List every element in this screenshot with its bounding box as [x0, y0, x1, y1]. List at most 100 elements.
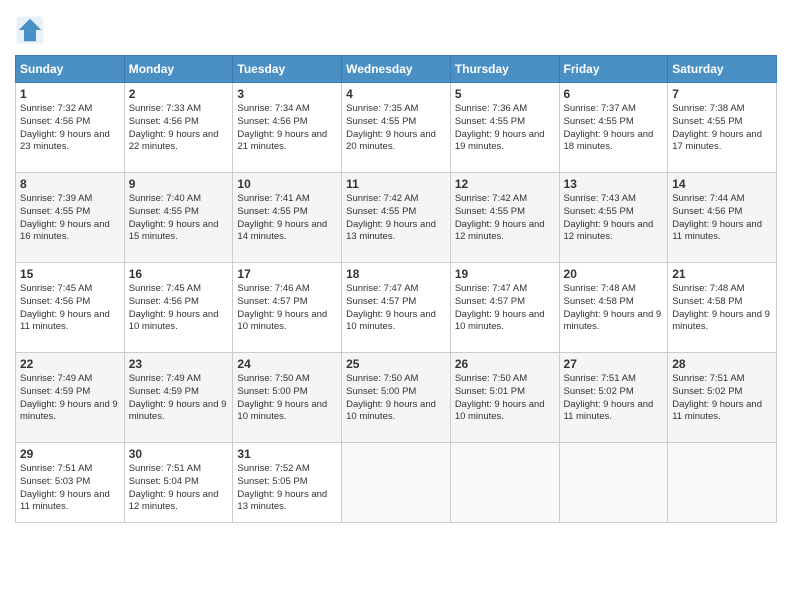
day-number: 29	[20, 447, 120, 461]
day-number: 11	[346, 177, 446, 191]
calendar-header: SundayMondayTuesdayWednesdayThursdayFrid…	[16, 56, 777, 83]
calendar-cell	[559, 443, 668, 523]
day-number: 9	[129, 177, 229, 191]
calendar-cell: 5 Sunrise: 7:36 AMSunset: 4:55 PMDayligh…	[450, 83, 559, 173]
day-number: 8	[20, 177, 120, 191]
column-header-thursday: Thursday	[450, 56, 559, 83]
header-row: SundayMondayTuesdayWednesdayThursdayFrid…	[16, 56, 777, 83]
day-info: Sunrise: 7:49 AMSunset: 4:59 PMDaylight:…	[129, 373, 229, 424]
calendar-cell: 6 Sunrise: 7:37 AMSunset: 4:55 PMDayligh…	[559, 83, 668, 173]
day-number: 14	[672, 177, 772, 191]
day-info: Sunrise: 7:35 AMSunset: 4:55 PMDaylight:…	[346, 103, 446, 154]
day-info: Sunrise: 7:47 AMSunset: 4:57 PMDaylight:…	[455, 283, 555, 334]
day-info: Sunrise: 7:50 AMSunset: 5:00 PMDaylight:…	[237, 373, 337, 424]
calendar-cell: 20 Sunrise: 7:48 AMSunset: 4:58 PMDaylig…	[559, 263, 668, 353]
day-info: Sunrise: 7:39 AMSunset: 4:55 PMDaylight:…	[20, 193, 120, 244]
day-number: 10	[237, 177, 337, 191]
calendar-cell: 29 Sunrise: 7:51 AMSunset: 5:03 PMDaylig…	[16, 443, 125, 523]
day-info: Sunrise: 7:48 AMSunset: 4:58 PMDaylight:…	[564, 283, 664, 334]
calendar-cell: 8 Sunrise: 7:39 AMSunset: 4:55 PMDayligh…	[16, 173, 125, 263]
column-header-monday: Monday	[124, 56, 233, 83]
calendar-cell: 27 Sunrise: 7:51 AMSunset: 5:02 PMDaylig…	[559, 353, 668, 443]
day-number: 19	[455, 267, 555, 281]
day-info: Sunrise: 7:42 AMSunset: 4:55 PMDaylight:…	[346, 193, 446, 244]
day-info: Sunrise: 7:48 AMSunset: 4:58 PMDaylight:…	[672, 283, 772, 334]
day-number: 27	[564, 357, 664, 371]
day-number: 6	[564, 87, 664, 101]
day-number: 4	[346, 87, 446, 101]
day-info: Sunrise: 7:52 AMSunset: 5:05 PMDaylight:…	[237, 463, 337, 514]
day-number: 2	[129, 87, 229, 101]
week-row-3: 15 Sunrise: 7:45 AMSunset: 4:56 PMDaylig…	[16, 263, 777, 353]
week-row-4: 22 Sunrise: 7:49 AMSunset: 4:59 PMDaylig…	[16, 353, 777, 443]
calendar-body: 1 Sunrise: 7:32 AMSunset: 4:56 PMDayligh…	[16, 83, 777, 523]
day-info: Sunrise: 7:32 AMSunset: 4:56 PMDaylight:…	[20, 103, 120, 154]
week-row-2: 8 Sunrise: 7:39 AMSunset: 4:55 PMDayligh…	[16, 173, 777, 263]
calendar-cell: 31 Sunrise: 7:52 AMSunset: 5:05 PMDaylig…	[233, 443, 342, 523]
day-number: 7	[672, 87, 772, 101]
calendar-cell: 3 Sunrise: 7:34 AMSunset: 4:56 PMDayligh…	[233, 83, 342, 173]
day-number: 31	[237, 447, 337, 461]
column-header-sunday: Sunday	[16, 56, 125, 83]
day-info: Sunrise: 7:44 AMSunset: 4:56 PMDaylight:…	[672, 193, 772, 244]
calendar-cell: 15 Sunrise: 7:45 AMSunset: 4:56 PMDaylig…	[16, 263, 125, 353]
day-info: Sunrise: 7:42 AMSunset: 4:55 PMDaylight:…	[455, 193, 555, 244]
calendar-cell: 9 Sunrise: 7:40 AMSunset: 4:55 PMDayligh…	[124, 173, 233, 263]
logo-icon	[15, 15, 45, 45]
day-number: 23	[129, 357, 229, 371]
calendar-cell	[668, 443, 777, 523]
calendar-cell: 21 Sunrise: 7:48 AMSunset: 4:58 PMDaylig…	[668, 263, 777, 353]
day-number: 25	[346, 357, 446, 371]
day-info: Sunrise: 7:50 AMSunset: 5:01 PMDaylight:…	[455, 373, 555, 424]
calendar-cell: 1 Sunrise: 7:32 AMSunset: 4:56 PMDayligh…	[16, 83, 125, 173]
day-number: 18	[346, 267, 446, 281]
calendar-table: SundayMondayTuesdayWednesdayThursdayFrid…	[15, 55, 777, 523]
week-row-1: 1 Sunrise: 7:32 AMSunset: 4:56 PMDayligh…	[16, 83, 777, 173]
calendar-cell	[450, 443, 559, 523]
calendar-cell: 11 Sunrise: 7:42 AMSunset: 4:55 PMDaylig…	[342, 173, 451, 263]
day-info: Sunrise: 7:51 AMSunset: 5:04 PMDaylight:…	[129, 463, 229, 514]
calendar-cell: 18 Sunrise: 7:47 AMSunset: 4:57 PMDaylig…	[342, 263, 451, 353]
page: SundayMondayTuesdayWednesdayThursdayFrid…	[0, 0, 792, 612]
day-number: 5	[455, 87, 555, 101]
column-header-wednesday: Wednesday	[342, 56, 451, 83]
calendar-cell: 12 Sunrise: 7:42 AMSunset: 4:55 PMDaylig…	[450, 173, 559, 263]
day-info: Sunrise: 7:45 AMSunset: 4:56 PMDaylight:…	[20, 283, 120, 334]
calendar-cell: 2 Sunrise: 7:33 AMSunset: 4:56 PMDayligh…	[124, 83, 233, 173]
column-header-saturday: Saturday	[668, 56, 777, 83]
day-info: Sunrise: 7:51 AMSunset: 5:03 PMDaylight:…	[20, 463, 120, 514]
day-info: Sunrise: 7:41 AMSunset: 4:55 PMDaylight:…	[237, 193, 337, 244]
week-row-5: 29 Sunrise: 7:51 AMSunset: 5:03 PMDaylig…	[16, 443, 777, 523]
day-info: Sunrise: 7:38 AMSunset: 4:55 PMDaylight:…	[672, 103, 772, 154]
day-info: Sunrise: 7:49 AMSunset: 4:59 PMDaylight:…	[20, 373, 120, 424]
header	[15, 15, 777, 45]
calendar-cell: 30 Sunrise: 7:51 AMSunset: 5:04 PMDaylig…	[124, 443, 233, 523]
day-number: 1	[20, 87, 120, 101]
day-info: Sunrise: 7:51 AMSunset: 5:02 PMDaylight:…	[564, 373, 664, 424]
day-info: Sunrise: 7:33 AMSunset: 4:56 PMDaylight:…	[129, 103, 229, 154]
calendar-cell: 13 Sunrise: 7:43 AMSunset: 4:55 PMDaylig…	[559, 173, 668, 263]
column-header-tuesday: Tuesday	[233, 56, 342, 83]
calendar-cell: 24 Sunrise: 7:50 AMSunset: 5:00 PMDaylig…	[233, 353, 342, 443]
day-number: 13	[564, 177, 664, 191]
day-info: Sunrise: 7:36 AMSunset: 4:55 PMDaylight:…	[455, 103, 555, 154]
day-number: 20	[564, 267, 664, 281]
day-info: Sunrise: 7:37 AMSunset: 4:55 PMDaylight:…	[564, 103, 664, 154]
calendar-cell: 7 Sunrise: 7:38 AMSunset: 4:55 PMDayligh…	[668, 83, 777, 173]
day-number: 24	[237, 357, 337, 371]
calendar-cell: 10 Sunrise: 7:41 AMSunset: 4:55 PMDaylig…	[233, 173, 342, 263]
day-info: Sunrise: 7:40 AMSunset: 4:55 PMDaylight:…	[129, 193, 229, 244]
calendar-cell: 28 Sunrise: 7:51 AMSunset: 5:02 PMDaylig…	[668, 353, 777, 443]
day-number: 16	[129, 267, 229, 281]
day-number: 30	[129, 447, 229, 461]
day-number: 15	[20, 267, 120, 281]
calendar-cell: 19 Sunrise: 7:47 AMSunset: 4:57 PMDaylig…	[450, 263, 559, 353]
day-info: Sunrise: 7:43 AMSunset: 4:55 PMDaylight:…	[564, 193, 664, 244]
calendar-cell	[342, 443, 451, 523]
day-number: 28	[672, 357, 772, 371]
calendar-cell: 22 Sunrise: 7:49 AMSunset: 4:59 PMDaylig…	[16, 353, 125, 443]
calendar-cell: 23 Sunrise: 7:49 AMSunset: 4:59 PMDaylig…	[124, 353, 233, 443]
calendar-cell: 26 Sunrise: 7:50 AMSunset: 5:01 PMDaylig…	[450, 353, 559, 443]
logo	[15, 15, 51, 45]
day-info: Sunrise: 7:47 AMSunset: 4:57 PMDaylight:…	[346, 283, 446, 334]
